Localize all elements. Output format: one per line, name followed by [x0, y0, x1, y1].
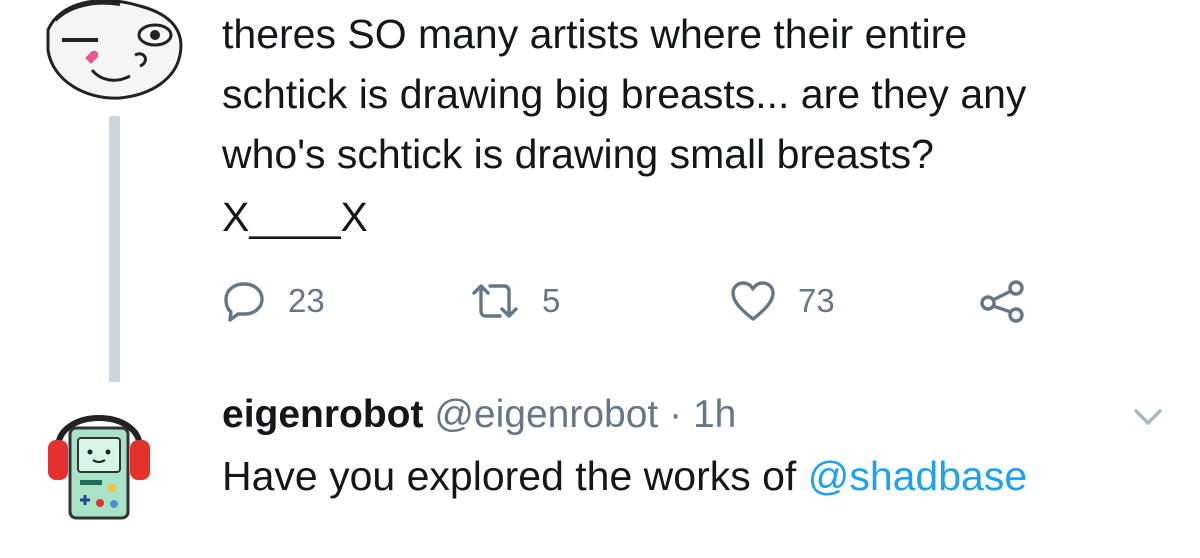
- reply-text: Have you explored the works of @shadbase: [222, 450, 1027, 502]
- timestamp[interactable]: 1h: [693, 393, 736, 436]
- share-icon: [978, 279, 1026, 323]
- heart-icon: [730, 279, 776, 323]
- retweet-count: 5: [542, 282, 561, 319]
- tweet-text: theres SO many artists where their entir…: [222, 11, 1027, 177]
- tweet-signoff: X____X: [222, 194, 368, 240]
- reply-text-body: Have you explored the works of: [222, 453, 808, 499]
- share-button[interactable]: [978, 276, 1026, 326]
- more-options-button[interactable]: [1130, 404, 1166, 430]
- like-button[interactable]: 73: [730, 276, 835, 326]
- user-handle[interactable]: @eigenrobot: [434, 393, 658, 436]
- thread-line: [109, 116, 120, 382]
- reply-count: 23: [288, 282, 325, 319]
- reply-icon: [222, 279, 266, 323]
- retweet-button[interactable]: 5: [470, 276, 560, 326]
- like-count: 73: [798, 282, 835, 319]
- reply-user-avatar[interactable]: [40, 388, 158, 530]
- display-name[interactable]: eigenrobot: [222, 393, 424, 436]
- reply-header: eigenrobot @eigenrobot · 1h: [222, 391, 736, 439]
- mention-link[interactable]: @shadbase: [808, 453, 1027, 499]
- retweet-icon: [470, 279, 520, 323]
- separator-dot: ·: [669, 393, 683, 436]
- user-avatar[interactable]: [40, 0, 190, 100]
- chevron-down-icon: [1130, 409, 1166, 434]
- reply-button[interactable]: 23: [222, 276, 325, 326]
